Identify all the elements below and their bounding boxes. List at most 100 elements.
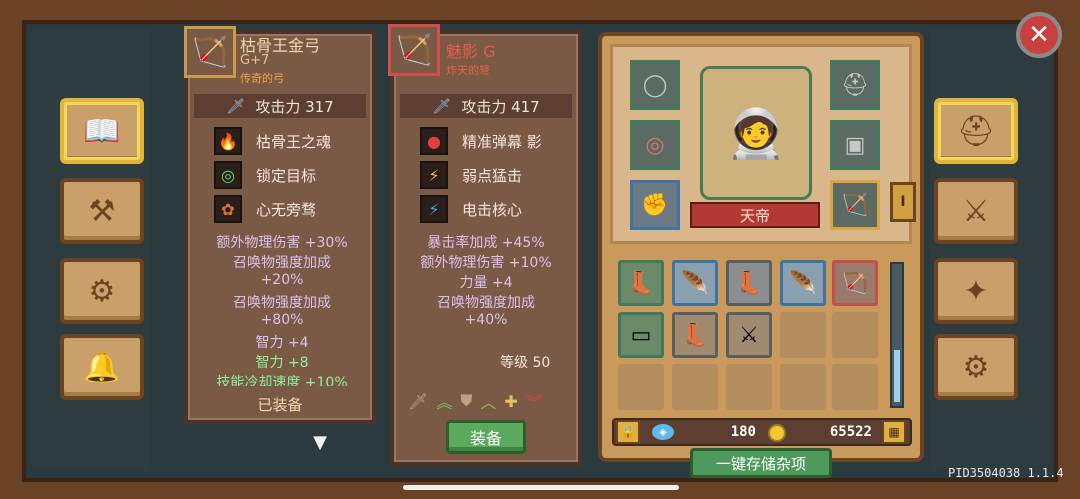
ring-slot[interactable]: ◎ xyxy=(630,120,680,170)
lightning-slash-icon: ⚡ xyxy=(420,161,448,189)
new-bonus-line: 暴击率加成 +45% xyxy=(427,235,545,251)
gem-icon: ◈ xyxy=(652,424,674,440)
upgrade-icon[interactable]: ︿ xyxy=(480,389,496,413)
talent-menu-button[interactable]: ✦ xyxy=(934,258,1018,324)
chevron-down-icon[interactable]: ▼ xyxy=(296,432,344,453)
inventory-slot[interactable] xyxy=(832,364,878,410)
armor-slot[interactable]: ▣ xyxy=(830,120,880,170)
boots-icon: 👢 xyxy=(735,270,763,296)
inventory-slot[interactable]: 👢 xyxy=(618,260,664,306)
character-name-banner: 天帝 xyxy=(690,202,820,228)
anvil-icon: ⚒ xyxy=(88,193,116,229)
home-indicator[interactable] xyxy=(403,485,679,490)
equipped-skill-row: ✿ 心无旁骛 xyxy=(214,194,316,224)
equipped-attack-row: 🗡 攻击力 317 xyxy=(194,94,366,118)
new-attack-row: 🗡 攻击力 417 xyxy=(400,94,572,118)
inventory-slot[interactable]: ⚔ xyxy=(726,312,772,358)
equipment-menu-button[interactable]: ⛑ xyxy=(934,98,1018,164)
coin-count: 65522 xyxy=(829,424,872,440)
equipped-bonus-line: +80% xyxy=(260,312,304,328)
new-item-level: 等级 50 xyxy=(500,355,551,371)
new-skill-label: 精准弹幕 影 xyxy=(462,132,542,151)
gauntlet-icon: ✊ xyxy=(641,192,669,218)
left-menu-shelf xyxy=(30,30,150,470)
upgrade-double-icon[interactable]: ︽ xyxy=(436,389,452,413)
downgrade-icon[interactable]: ︾ xyxy=(526,389,542,413)
new-skill-row: ⚡ 弱点猛击 xyxy=(420,160,522,190)
right-menu-shelf xyxy=(930,30,1050,470)
new-skill-row: ⚡ 电击核心 xyxy=(420,194,522,224)
feather-icon: 🪶 xyxy=(789,270,817,296)
inventory-slot[interactable]: 👢 xyxy=(726,260,772,306)
compass-icon: ✦ xyxy=(963,273,989,309)
knight-icon: 🧑‍🚀 xyxy=(726,105,786,162)
equipped-skill-row: 🔥 枯骨王之魂 xyxy=(214,126,331,156)
coin-icon xyxy=(768,424,786,442)
weapons-menu-button[interactable]: ⚔ xyxy=(934,178,1018,244)
inventory-slot[interactable] xyxy=(832,312,878,358)
sword-icon: 🗡 xyxy=(432,97,452,115)
inventory-slot[interactable]: 🪶 xyxy=(672,260,718,306)
sword-icon: 🗡 xyxy=(226,97,246,115)
inventory-slot[interactable]: ▭ xyxy=(618,312,664,358)
inventory-slot[interactable]: 🪶 xyxy=(780,260,826,306)
shield-icon[interactable]: ⛊ xyxy=(460,391,472,411)
inventory-scrollbar[interactable] xyxy=(890,262,904,408)
store-junk-button[interactable]: 一键存储杂项 xyxy=(690,448,832,478)
dismantle-icon[interactable]: 🗡 xyxy=(408,392,428,411)
version-label: PID3504038 1.1.4 xyxy=(948,466,1064,480)
close-button[interactable]: ✕ xyxy=(1016,12,1062,58)
bow-icon: 🏹 xyxy=(841,192,869,218)
bell-icon: 🔔 xyxy=(83,349,121,385)
settings-menu-button[interactable]: ⚙ xyxy=(934,334,1018,400)
target-icon: ◎ xyxy=(214,161,242,189)
equipped-bonus-line: 额外物理伤害 +30% xyxy=(216,235,348,251)
inventory-slot[interactable] xyxy=(618,364,664,410)
red-drop-icon: ● xyxy=(420,127,448,155)
equipped-skill-row: ◎ 锁定目标 xyxy=(214,160,316,190)
accessory-slot[interactable]: ✊ xyxy=(630,180,680,230)
equipped-attack-label: 攻击力 317 xyxy=(255,97,334,116)
inventory-slot[interactable]: 🏹 xyxy=(832,260,878,306)
chest-icon: ▭ xyxy=(630,322,652,348)
book-menu-button[interactable]: 📖 xyxy=(60,98,144,164)
equipped-skill-label: 心无旁骛 xyxy=(256,200,317,219)
necklace-slot[interactable]: ◯ xyxy=(630,60,680,110)
boots-icon: 👢 xyxy=(681,322,709,348)
helmet-slot[interactable]: ⛑ xyxy=(830,60,880,110)
weapon-slot-tab[interactable]: I xyxy=(890,182,916,222)
equipped-item-rarity: 传奇的弓 xyxy=(240,72,284,85)
new-item-name: 魅影 G xyxy=(446,42,496,61)
weapon-slot[interactable]: 🏹 xyxy=(830,180,880,230)
new-skill-row: ● 精准弹幕 影 xyxy=(420,126,542,156)
grid-sort-icon[interactable]: ▦ xyxy=(882,420,906,444)
inventory-slot[interactable]: 👢 xyxy=(672,312,718,358)
lock-icon[interactable]: 🔒 xyxy=(616,420,640,444)
inventory-slot[interactable] xyxy=(672,364,718,410)
flower-icon: ✿ xyxy=(214,195,242,223)
armor-icon: ▣ xyxy=(844,132,866,158)
inventory-slot[interactable] xyxy=(780,312,826,358)
plus-icon[interactable]: ✚ xyxy=(504,392,517,411)
equipped-bonus-line: 召唤物强度加成 xyxy=(233,255,331,271)
equipped-status-label: 已装备 xyxy=(257,396,303,414)
inventory-scroll-thumb[interactable] xyxy=(894,350,900,402)
close-icon: ✕ xyxy=(1028,20,1050,50)
helmet-icon: ⛑ xyxy=(956,113,996,149)
gear-icon: ⚙ xyxy=(962,349,990,385)
inventory-slot[interactable] xyxy=(780,364,826,410)
bell-menu-button[interactable]: 🔔 xyxy=(60,334,144,400)
inventory-slot[interactable] xyxy=(726,364,772,410)
equipped-bonus-line: 智力 +8 xyxy=(255,355,309,371)
equipped-bonus-line: 召唤物强度加成 xyxy=(233,295,331,311)
equip-button[interactable]: 装备 xyxy=(446,420,526,454)
gears-menu-button[interactable]: ⚙ xyxy=(60,258,144,324)
equipped-item-level: G+7 xyxy=(240,53,270,68)
new-bonus-line: 额外物理伤害 +10% xyxy=(420,255,552,271)
craft-menu-button[interactable]: ⚒ xyxy=(60,178,144,244)
crossbow-icon: 🏹 xyxy=(388,24,440,76)
purple-flame-icon: 🔥 xyxy=(214,127,242,155)
character-avatar: 🧑‍🚀 xyxy=(700,66,812,200)
equipped-bonus-line: +20% xyxy=(260,272,304,288)
equipped-bonus-line: 技能冷却速度 +10% xyxy=(216,375,348,386)
